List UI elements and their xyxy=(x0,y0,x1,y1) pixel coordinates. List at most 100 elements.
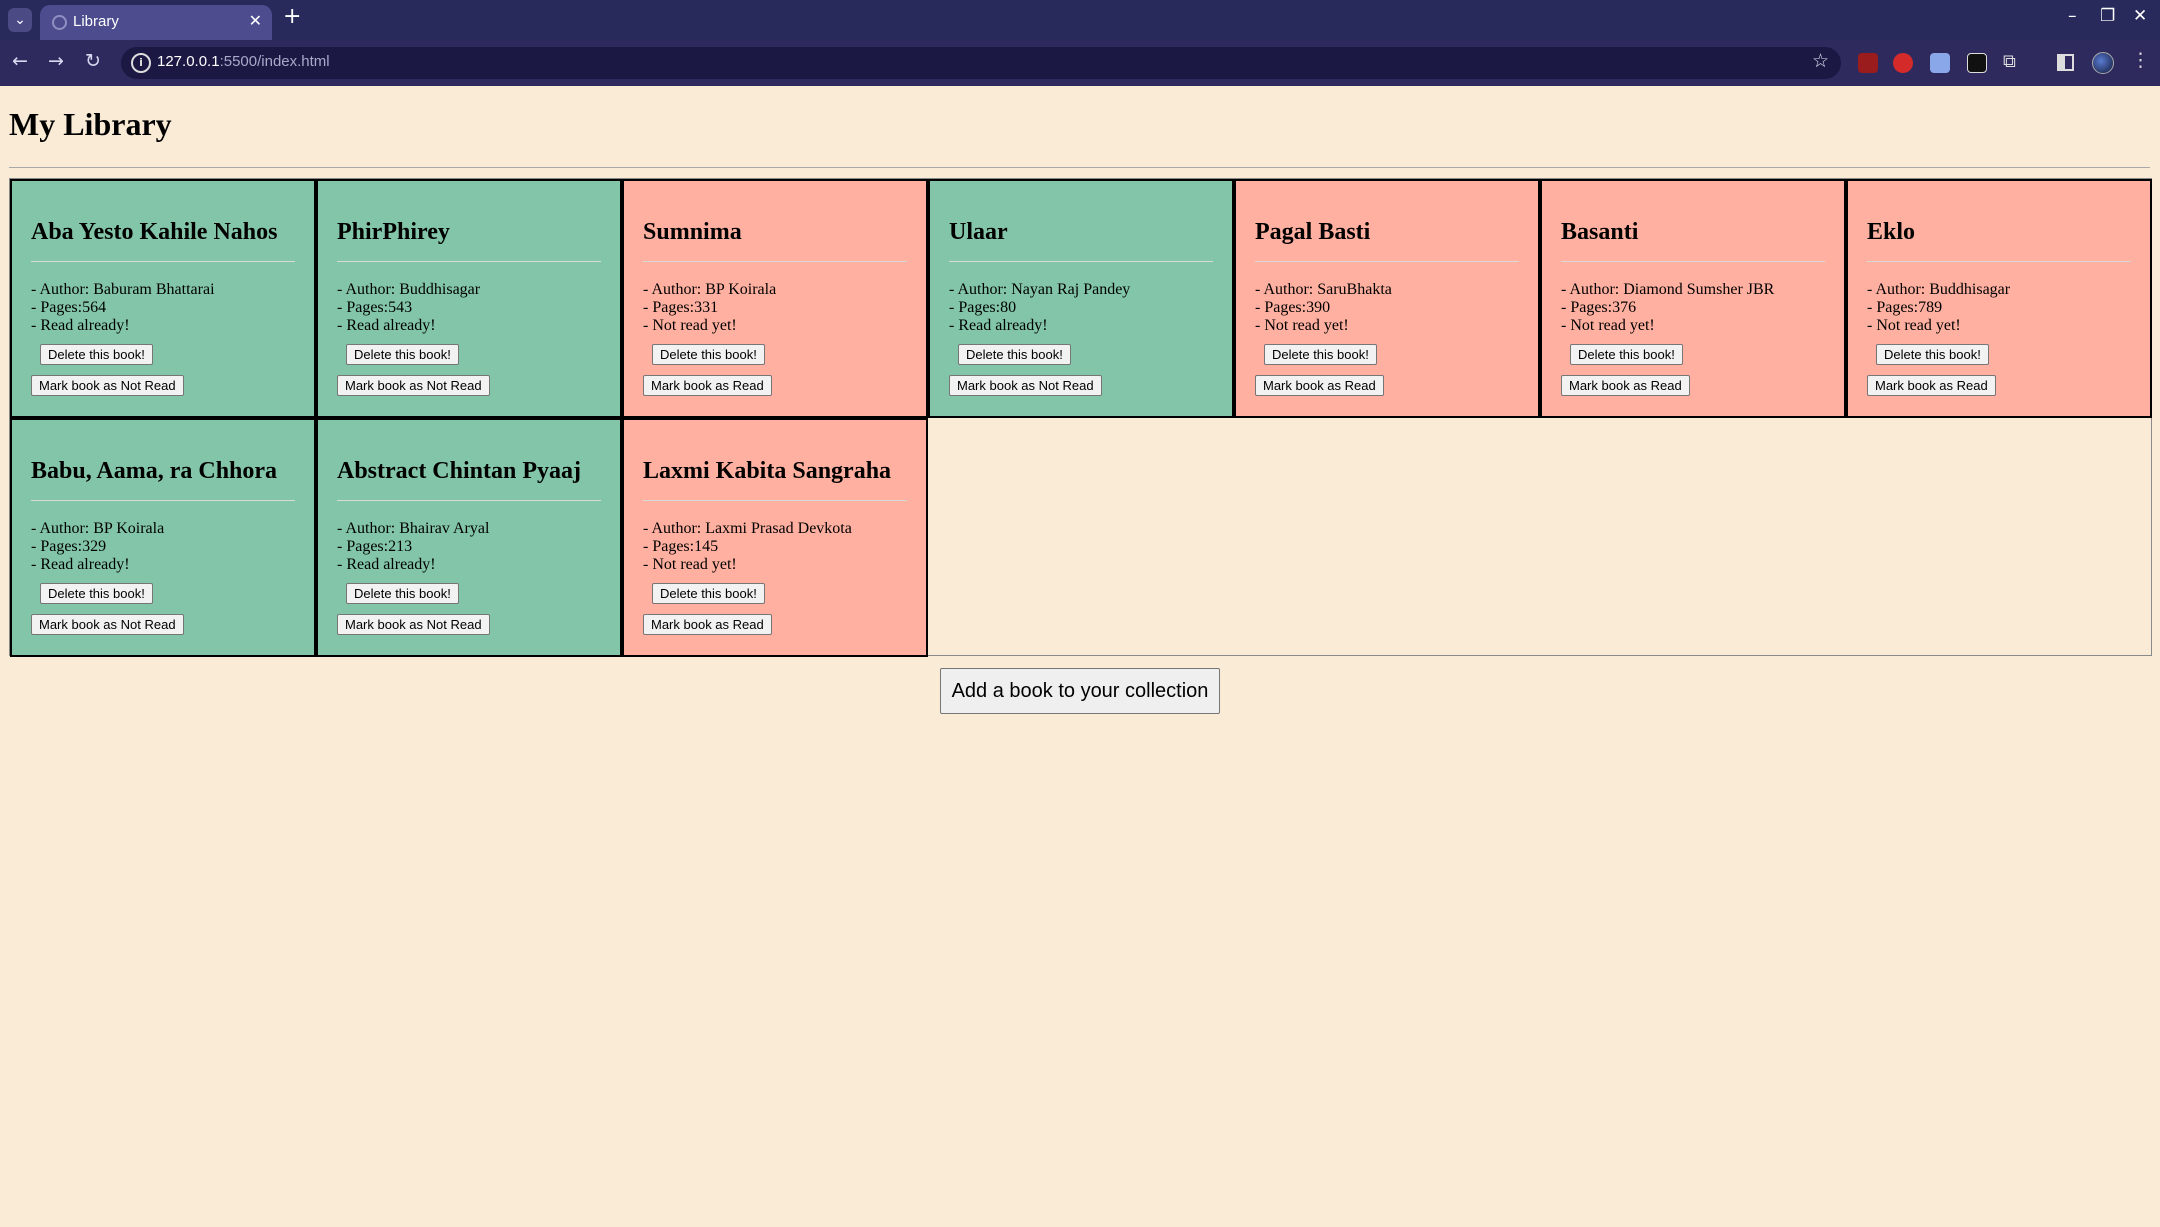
book-status: - Not read yet! xyxy=(1867,317,1961,334)
book-status: - Not read yet! xyxy=(643,556,737,573)
book-card: Eklo - Author: Buddhisagar - Pages:789- No… xyxy=(1846,179,2152,418)
reload-icon[interactable]: ↻ xyxy=(85,50,101,72)
book-status: - Read already! xyxy=(949,317,1048,334)
add-book-button[interactable]: Add a book to your collection xyxy=(940,668,1220,714)
close-tab-icon[interactable]: ✕ xyxy=(249,11,262,30)
book-info: - Author: Nayan Raj Pandey - Pages:80- Re… xyxy=(949,281,1130,335)
book-pages: - Pages:329 xyxy=(31,538,107,555)
tab-search-icon[interactable]: ⌄ xyxy=(8,8,32,32)
back-icon[interactable]: ← xyxy=(12,50,28,72)
book-info: - Author: Buddhisagar - Pages:543- Read a… xyxy=(337,281,480,335)
delete-book-button[interactable]: Delete this book! xyxy=(40,344,153,365)
book-divider xyxy=(31,261,295,262)
title-divider xyxy=(9,167,2150,168)
url-text[interactable]: 127.0.0.1:5500/index.html xyxy=(157,53,330,70)
book-title: Laxmi Kabita Sangraha xyxy=(643,458,892,484)
toggle-read-button[interactable]: Mark book as Not Read xyxy=(337,375,490,396)
book-author: - Author: Nayan Raj Pandey xyxy=(949,281,1131,298)
book-author: - Author: SaruBhakta xyxy=(1255,281,1392,298)
book-info: - Author: Diamond Sumsher JBR - Pages:376… xyxy=(1561,281,1774,335)
book-pages: - Pages:789 xyxy=(1867,299,1943,316)
book-pages: - Pages:564 xyxy=(31,299,107,316)
book-divider xyxy=(643,500,907,501)
toggle-read-button[interactable]: Mark book as Read xyxy=(1867,375,1996,396)
book-status: - Read already! xyxy=(31,556,130,573)
toggle-read-button[interactable]: Mark book as Not Read xyxy=(949,375,1102,396)
book-card: Ulaar - Author: Nayan Raj Pandey - Pages:8… xyxy=(928,179,1234,418)
red-extension-icon[interactable] xyxy=(1893,53,1913,73)
delete-book-button[interactable]: Delete this book! xyxy=(652,583,765,604)
book-status: - Read already! xyxy=(337,556,436,573)
book-card: PhirPhirey - Author: Buddhisagar - Pages:5… xyxy=(316,179,622,418)
toggle-read-button[interactable]: Mark book as Not Read xyxy=(31,375,184,396)
delete-book-button[interactable]: Delete this book! xyxy=(958,344,1071,365)
book-divider xyxy=(337,261,601,262)
book-author: - Author: BP Koirala xyxy=(31,520,165,537)
translate-extension-icon[interactable] xyxy=(1930,53,1950,73)
book-title: PhirPhirey xyxy=(337,219,450,245)
book-divider xyxy=(1255,261,1519,262)
book-title: Basanti xyxy=(1561,219,1639,245)
book-info: - Author: BP Koirala - Pages:331- Not rea… xyxy=(643,281,776,335)
book-info: - Author: SaruBhakta - Pages:390- Not rea… xyxy=(1255,281,1392,335)
url-path: :5500/index.html xyxy=(219,53,330,70)
book-grid: Aba Yesto Kahile Nahos - Author: Baburam … xyxy=(9,178,2152,657)
book-divider xyxy=(31,500,295,501)
book-status: - Not read yet! xyxy=(1255,317,1349,334)
book-title: Sumnima xyxy=(643,219,742,245)
book-status: - Not read yet! xyxy=(643,317,737,334)
book-info: - Author: Laxmi Prasad Devkota - Pages:14… xyxy=(643,520,852,574)
book-pages: - Pages:213 xyxy=(337,538,413,555)
restore-icon[interactable]: ❐ xyxy=(2100,6,2115,26)
site-info-icon[interactable]: i xyxy=(131,53,151,73)
book-title: Eklo xyxy=(1867,219,1916,245)
toggle-read-button[interactable]: Mark book as Read xyxy=(643,614,772,635)
toggle-read-button[interactable]: Mark book as Read xyxy=(643,375,772,396)
book-status: - Not read yet! xyxy=(1561,317,1655,334)
extensions-puzzle-icon[interactable]: ⧉ xyxy=(2003,51,2023,72)
book-title: Ulaar xyxy=(949,219,1008,245)
new-tab-icon[interactable]: + xyxy=(283,4,301,29)
bookmark-star-icon[interactable]: ☆ xyxy=(1812,50,1829,72)
book-card: Laxmi Kabita Sangraha - Author: Laxmi Pra… xyxy=(622,418,928,657)
minimize-icon[interactable]: – xyxy=(2068,6,2077,26)
tab-strip: ⌄ Library ✕ + – ❐ ✕ xyxy=(0,0,2160,40)
book-pages: - Pages:543 xyxy=(337,299,413,316)
close-window-icon[interactable]: ✕ xyxy=(2133,6,2147,26)
toggle-read-button[interactable]: Mark book as Read xyxy=(1255,375,1384,396)
book-status: - Read already! xyxy=(337,317,436,334)
toggle-read-button[interactable]: Mark book as Not Read xyxy=(31,614,184,635)
forward-icon[interactable]: → xyxy=(48,50,64,72)
tab-library[interactable]: Library ✕ xyxy=(40,5,272,40)
side-panel-icon[interactable] xyxy=(2057,54,2074,71)
delete-book-button[interactable]: Delete this book! xyxy=(40,583,153,604)
delete-book-button[interactable]: Delete this book! xyxy=(1264,344,1377,365)
book-author: - Author: Diamond Sumsher JBR xyxy=(1561,281,1775,298)
profile-avatar[interactable] xyxy=(2092,52,2114,74)
ublock-extension-icon[interactable] xyxy=(1858,53,1878,73)
book-title: Babu, Aama, ra Chhora xyxy=(31,458,278,484)
browser-menu-icon[interactable]: ⋮ xyxy=(2131,49,2150,71)
delete-book-button[interactable]: Delete this book! xyxy=(346,344,459,365)
book-card: Babu, Aama, ra Chhora - Author: BP Koiral… xyxy=(10,418,316,657)
address-bar[interactable]: i 127.0.0.1:5500/index.html ☆ xyxy=(121,47,1841,79)
page-title: My Library xyxy=(9,106,172,142)
globe-icon xyxy=(52,15,67,30)
book-info: - Author: BP Koirala - Pages:329- Read al… xyxy=(31,520,164,574)
book-info: - Author: Bhairav Aryal - Pages:213- Read… xyxy=(337,520,489,574)
book-pages: - Pages:80 xyxy=(949,299,1017,316)
book-card: Basanti - Author: Diamond Sumsher JBR - Pa… xyxy=(1540,179,1846,418)
toggle-read-button[interactable]: Mark book as Read xyxy=(1561,375,1690,396)
book-card: Pagal Basti - Author: SaruBhakta - Pages:3… xyxy=(1234,179,1540,418)
delete-book-button[interactable]: Delete this book! xyxy=(652,344,765,365)
book-title: Pagal Basti xyxy=(1255,219,1371,245)
delete-book-button[interactable]: Delete this book! xyxy=(1876,344,1989,365)
toggle-read-button[interactable]: Mark book as Not Read xyxy=(337,614,490,635)
delete-book-button[interactable]: Delete this book! xyxy=(1570,344,1683,365)
book-divider xyxy=(1561,261,1825,262)
dark-extension-icon[interactable] xyxy=(1967,53,1987,73)
book-author: - Author: Buddhisagar xyxy=(1867,281,2011,298)
book-info: - Author: Baburam Bhattarai - Pages:564- … xyxy=(31,281,215,335)
book-pages: - Pages:376 xyxy=(1561,299,1637,316)
delete-book-button[interactable]: Delete this book! xyxy=(346,583,459,604)
